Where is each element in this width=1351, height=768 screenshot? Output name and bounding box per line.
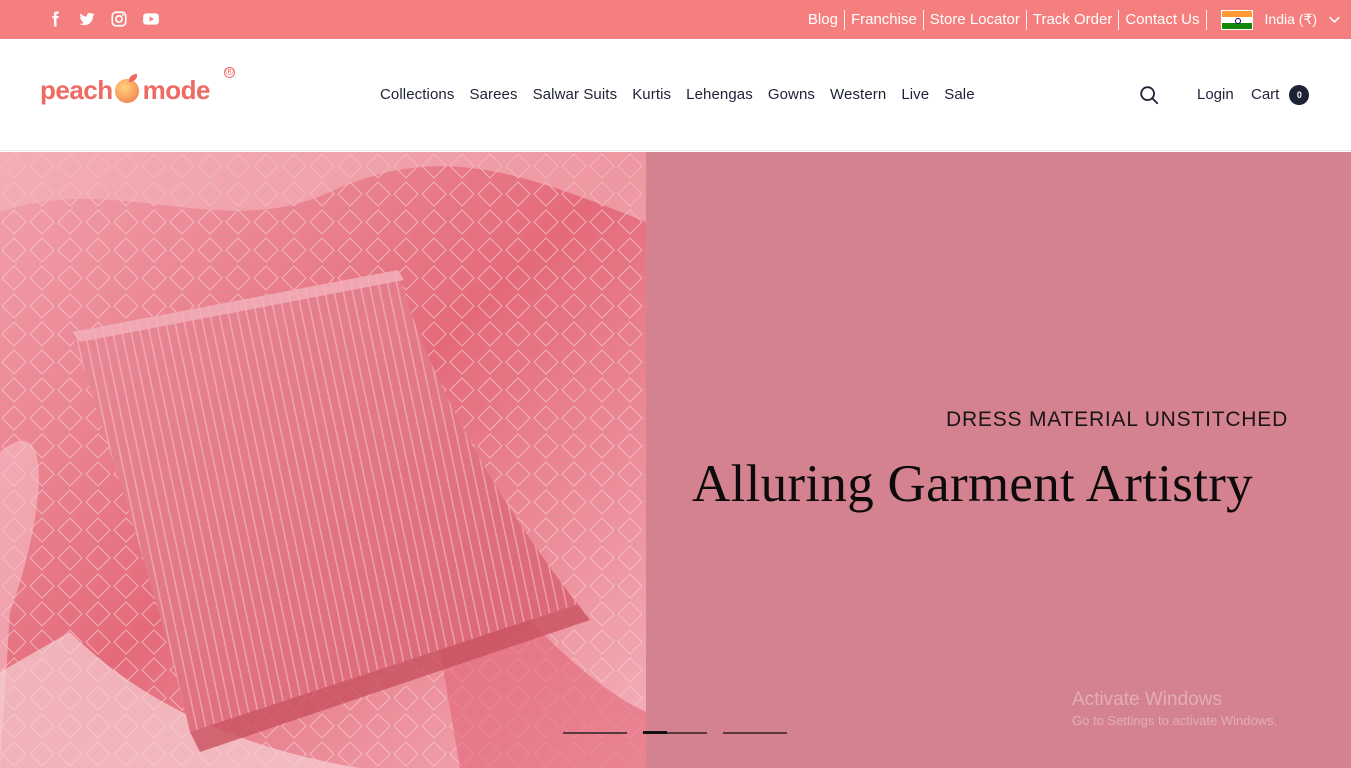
hero-product-image[interactable]	[0, 152, 646, 768]
nav-sarees[interactable]: Sarees	[469, 85, 517, 105]
divider	[843, 9, 845, 30]
country-selector[interactable]: India (₹)	[1207, 0, 1351, 39]
top-links: Blog Franchise Store Locator Track Order…	[802, 0, 1351, 39]
country-label: India (₹)	[1264, 10, 1317, 27]
twitter-icon[interactable]	[78, 10, 96, 28]
youtube-icon[interactable]	[142, 10, 160, 28]
logo-text-right: mode	[142, 75, 211, 105]
peach-icon	[114, 73, 141, 103]
slider-pagination	[563, 731, 787, 734]
login-link[interactable]: Login	[1197, 85, 1234, 105]
nav-western[interactable]: Western	[830, 85, 886, 105]
slide-dot-1[interactable]	[563, 732, 627, 734]
nav-kurtis[interactable]: Kurtis	[632, 85, 671, 105]
facebook-icon[interactable]	[46, 10, 64, 28]
hero-subtitle: DRESS MATERIAL UNSTITCHED	[946, 408, 1289, 431]
peachmode-logo[interactable]: peach mode ®	[40, 67, 235, 105]
hero-title: Alluring Garment Artistry	[692, 455, 1253, 513]
franchise-link[interactable]: Franchise	[845, 10, 923, 30]
track-order-link[interactable]: Track Order	[1027, 10, 1118, 30]
nav-live[interactable]: Live	[901, 85, 929, 105]
slide-dot-2[interactable]	[643, 731, 707, 734]
contact-us-link[interactable]: Contact Us	[1119, 10, 1205, 30]
logo-text-left: peach	[40, 75, 113, 105]
search-icon[interactable]	[1138, 84, 1160, 106]
divider	[1205, 9, 1207, 30]
top-bar: Blog Franchise Store Locator Track Order…	[0, 0, 1351, 39]
cart-button[interactable]: Cart 0	[1251, 85, 1310, 105]
blog-link[interactable]: Blog	[802, 10, 844, 30]
main-header: peach mode ® Collections Sarees Salwar S…	[0, 39, 1351, 151]
cart-count-badge: 0	[1289, 85, 1310, 105]
instagram-icon[interactable]	[110, 10, 128, 28]
nav-salwar-suits[interactable]: Salwar Suits	[533, 85, 618, 105]
nav-lehengas[interactable]: Lehengas	[686, 85, 753, 105]
watermark-subtitle: Go to Settings to activate Windows.	[1072, 713, 1278, 728]
store-locator-link[interactable]: Store Locator	[924, 10, 1026, 30]
divider	[922, 9, 924, 30]
watermark-title: Activate Windows	[1072, 689, 1222, 710]
hero-banner[interactable]: DRESS MATERIAL UNSTITCHED Alluring Garme…	[0, 152, 1351, 768]
divider	[1118, 9, 1120, 30]
india-flag-icon	[1220, 9, 1253, 30]
slide-dot-3[interactable]	[723, 732, 787, 734]
chevron-down-icon	[1328, 13, 1341, 26]
main-nav: Collections Sarees Salwar Suits Kurtis L…	[380, 85, 975, 105]
nav-collections[interactable]: Collections	[380, 85, 454, 105]
nav-sale[interactable]: Sale	[944, 85, 974, 105]
nav-gowns[interactable]: Gowns	[768, 85, 815, 105]
cart-label: Cart	[1251, 86, 1280, 103]
social-links	[46, 10, 160, 28]
divider	[1025, 9, 1027, 30]
registered-icon: ®	[224, 66, 235, 78]
windows-activation-watermark: Activate Windows Go to Settings to activ…	[1072, 688, 1277, 730]
